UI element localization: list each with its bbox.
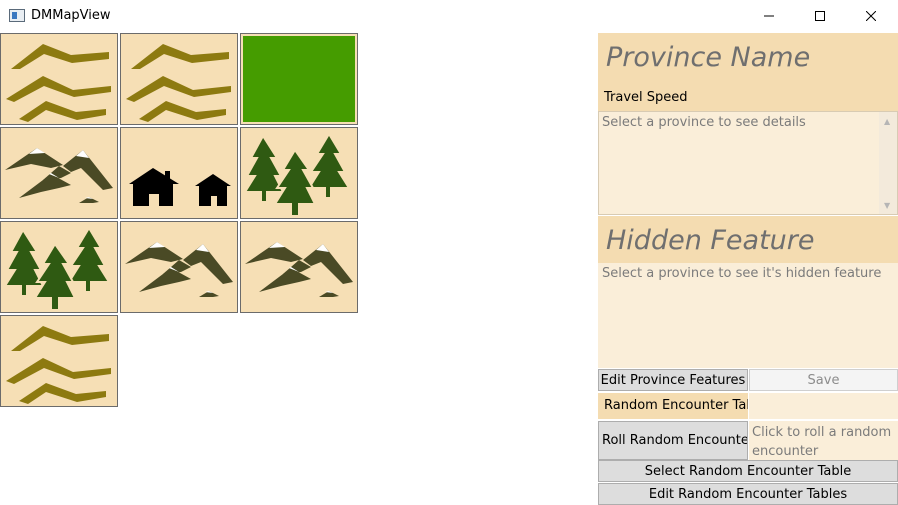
forest-icon — [241, 128, 357, 218]
settlement-icon — [121, 128, 237, 218]
map-tile-settlement[interactable] — [120, 127, 238, 219]
hills-icon — [1, 316, 117, 406]
hidden-feature-title: Hidden Feature — [606, 225, 815, 256]
details-scrollbar[interactable]: ▲ ▼ — [879, 112, 897, 214]
province-name: Province Name — [606, 42, 811, 73]
map-tile-mountains[interactable] — [240, 221, 358, 313]
window-title: DMMapView — [31, 8, 111, 23]
roll-result-field: Click to roll a random encounter — [749, 421, 898, 460]
close-icon — [866, 10, 876, 21]
select-random-encounter-table-button[interactable]: Select Random Encounter Table — [598, 460, 898, 482]
hills-icon — [1, 34, 117, 124]
scroll-up-icon[interactable]: ▲ — [884, 117, 890, 126]
minimize-button[interactable] — [746, 0, 792, 31]
map-tile-hills[interactable] — [0, 33, 118, 125]
map-tile-mountains[interactable] — [0, 127, 118, 219]
province-details-placeholder: Select a province to see details — [602, 115, 806, 130]
edit-random-encounter-tables-button[interactable]: Edit Random Encounter Tables — [598, 483, 898, 505]
mountains-icon — [121, 222, 237, 312]
hills-icon — [121, 34, 237, 124]
maximize-button[interactable] — [797, 0, 843, 31]
map-tile-hills[interactable] — [120, 33, 238, 125]
scroll-down-icon[interactable]: ▼ — [884, 201, 890, 210]
edit-province-features-button[interactable]: Edit Province Features — [598, 369, 748, 391]
roll-random-encounter-button[interactable]: Roll Random Encounter — [598, 421, 748, 460]
minimize-icon — [764, 15, 774, 16]
map-tile-forest[interactable] — [0, 221, 118, 313]
maximize-icon — [815, 10, 825, 21]
map-tile-forest[interactable] — [240, 127, 358, 219]
forest-icon — [1, 222, 117, 312]
grassland-fill — [243, 36, 355, 122]
travel-speed-label: Travel Speed — [604, 90, 688, 105]
mountains-icon — [241, 222, 357, 312]
random-encounter-table-label: Random Encounter Table — [598, 393, 748, 419]
close-button[interactable] — [848, 0, 894, 31]
random-encounter-table-value — [749, 393, 898, 419]
mountains-icon — [1, 128, 117, 218]
title-bar: DMMapView — [0, 0, 898, 31]
hidden-feature-placeholder: Select a province to see it's hidden fea… — [602, 266, 882, 281]
map-tile-mountains[interactable] — [120, 221, 238, 313]
app-icon — [9, 9, 25, 22]
save-button[interactable]: Save — [749, 369, 898, 391]
map-tile-hills[interactable] — [0, 315, 118, 407]
map-tile-grassland[interactable] — [240, 33, 358, 125]
